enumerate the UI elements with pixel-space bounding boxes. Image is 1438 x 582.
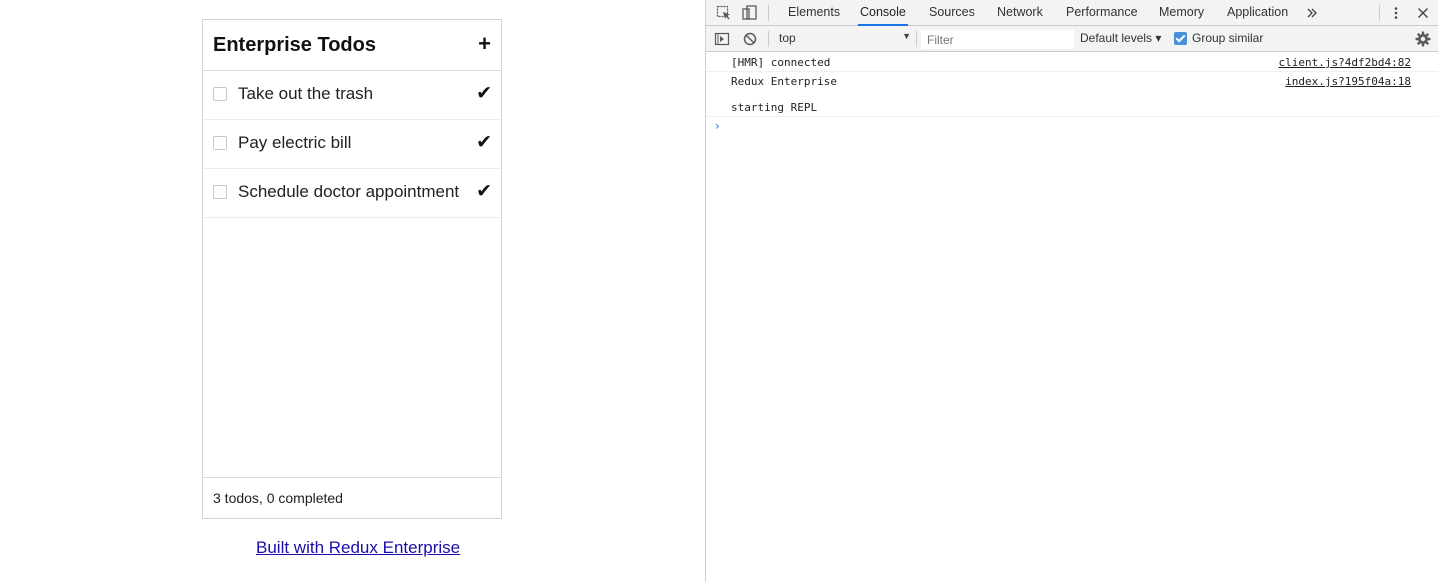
console-output: [HMR] connected client.js?4df2bd4:82 Red… <box>706 52 1438 137</box>
tab-sources[interactable]: Sources <box>927 0 977 26</box>
todo-checkbox[interactable] <box>213 185 227 199</box>
devtools-tabbar: Elements Console Sources Network Perform… <box>706 0 1438 26</box>
complete-check-icon[interactable]: ✔ <box>476 82 492 104</box>
app-viewport: Enterprise Todos + Take out the trash ✔ … <box>0 0 705 582</box>
device-toolbar-icon[interactable] <box>741 4 759 22</box>
prompt-chevron-icon: › <box>715 119 720 133</box>
tab-application[interactable]: Application <box>1225 0 1290 26</box>
tabbar-divider <box>768 5 769 21</box>
tab-elements[interactable]: Elements <box>786 0 842 26</box>
console-message: Redux Enterprise starting REPL index.js?… <box>706 72 1438 117</box>
add-todo-button[interactable]: + <box>478 31 491 57</box>
console-message: [HMR] connected client.js?4df2bd4:82 <box>706 52 1438 72</box>
todo-card: Enterprise Todos + Take out the trash ✔ … <box>202 19 502 519</box>
tabbar-divider <box>1379 5 1380 21</box>
context-select[interactable]: top ▼ <box>777 30 913 48</box>
toolbar-divider <box>916 31 917 47</box>
sidebar-toggle-icon[interactable] <box>713 30 731 48</box>
tab-performance[interactable]: Performance <box>1064 0 1140 26</box>
app-title: Enterprise Todos <box>213 34 376 56</box>
log-text: [HMR] connected <box>731 56 831 69</box>
tab-network[interactable]: Network <box>995 0 1045 26</box>
todo-item: Schedule doctor appointment ✔ <box>203 169 501 218</box>
log-levels-dropdown[interactable]: Default levels ▾ <box>1080 31 1161 45</box>
close-icon[interactable] <box>1414 4 1432 22</box>
dropdown-arrow-icon: ▼ <box>902 31 911 41</box>
context-value: top <box>779 31 796 45</box>
double-chevron-right-icon[interactable] <box>1303 4 1321 22</box>
todo-header: Enterprise Todos + <box>203 20 501 71</box>
group-similar-checkbox[interactable] <box>1174 32 1187 45</box>
todo-checkbox[interactable] <box>213 87 227 101</box>
log-source-link[interactable]: client.js?4df2bd4:82 <box>1279 56 1411 69</box>
built-with-link[interactable]: Built with Redux Enterprise <box>256 538 460 558</box>
todo-text: Pay electric bill <box>238 133 352 152</box>
todo-checkbox[interactable] <box>213 136 227 150</box>
todo-item: Take out the trash ✔ <box>203 71 501 120</box>
tab-console[interactable]: Console <box>858 0 908 26</box>
clear-console-icon[interactable] <box>741 30 759 48</box>
complete-check-icon[interactable]: ✔ <box>476 131 492 153</box>
log-source-link[interactable]: index.js?195f04a:18 <box>1285 75 1411 88</box>
devtools-panel: Elements Console Sources Network Perform… <box>705 0 1438 582</box>
tab-memory[interactable]: Memory <box>1157 0 1206 26</box>
kebab-menu-icon[interactable] <box>1387 4 1405 22</box>
group-similar-label: Group similar <box>1192 31 1264 45</box>
todo-text: Take out the trash <box>238 84 374 103</box>
todo-item: Pay electric bill ✔ <box>203 120 501 169</box>
toolbar-divider <box>768 31 769 47</box>
gear-icon[interactable] <box>1414 30 1432 48</box>
todo-list: Take out the trash ✔ Pay electric bill ✔… <box>203 71 501 218</box>
todo-text: Schedule doctor appointment <box>238 182 460 201</box>
todo-count: 3 todos, 0 completed <box>213 490 343 506</box>
log-text: Redux Enterprise starting REPL <box>731 75 837 114</box>
inspect-element-icon[interactable] <box>715 4 733 22</box>
console-prompt[interactable]: › <box>706 117 1438 137</box>
complete-check-icon[interactable]: ✔ <box>476 180 492 202</box>
todo-footer: 3 todos, 0 completed <box>203 477 501 518</box>
filter-input[interactable] <box>921 30 1074 49</box>
console-toolbar: top ▼ Default levels ▾ Group similar <box>706 26 1438 52</box>
